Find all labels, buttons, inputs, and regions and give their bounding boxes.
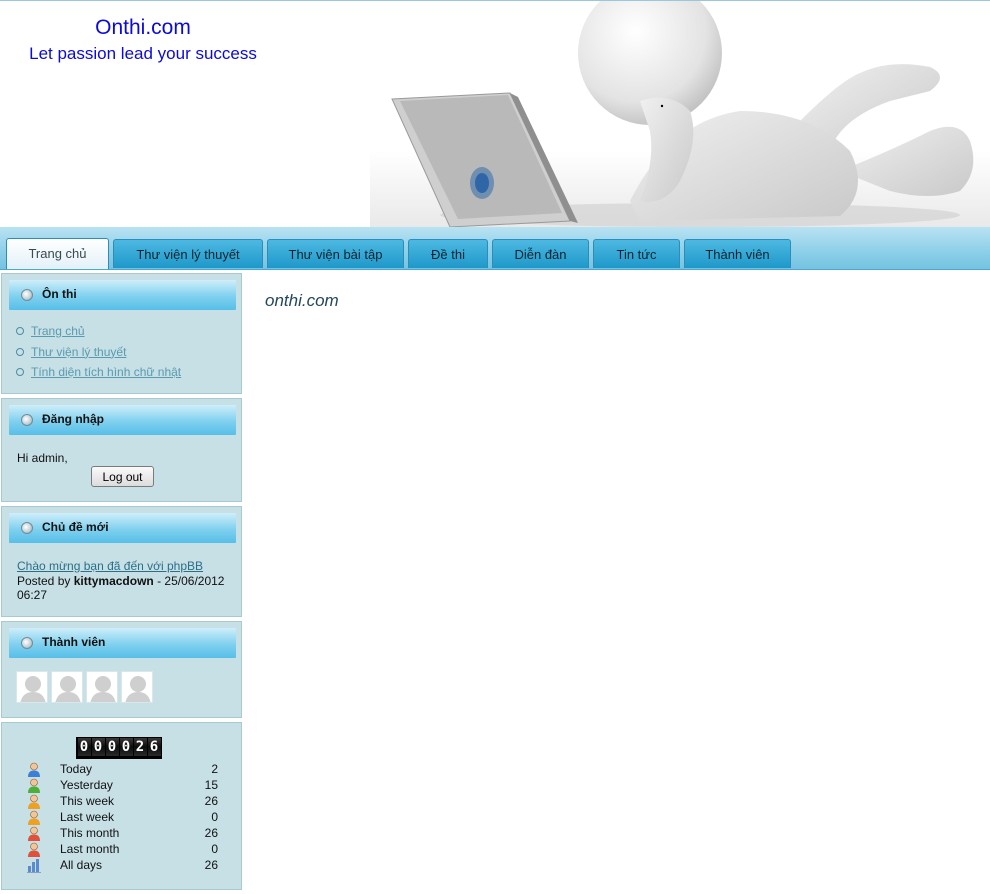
site-slogan: Let passion lead your success — [29, 44, 257, 63]
stat-value: 26 — [204, 826, 218, 840]
avatar[interactable] — [86, 671, 118, 703]
stat-row-last-month: Last month 0 — [26, 841, 226, 857]
stat-row-this-month: This month 26 — [26, 825, 226, 841]
panel-title: Chủ đề mới — [42, 520, 109, 534]
stat-row-last-week: Last week 0 — [26, 809, 226, 825]
user-silhouette-icon — [90, 676, 116, 702]
panel-login: Đăng nhập Hi admin, Log out — [1, 398, 242, 502]
user-red-icon — [28, 842, 40, 857]
stat-value: 0 — [211, 842, 218, 856]
stat-value: 15 — [204, 778, 218, 792]
stat-label: Last month — [60, 842, 120, 856]
circle-bullet-icon — [16, 347, 24, 356]
user-blue-icon — [28, 762, 40, 777]
stat-row-all-days: All days 26 — [26, 857, 226, 873]
stat-row-today: Today 2 — [26, 761, 226, 777]
stat-label: Last week — [60, 810, 115, 824]
circle-bullet-icon — [21, 414, 33, 426]
stat-label: Today — [60, 762, 93, 776]
user-orange-icon — [28, 810, 40, 825]
counter-digit: 2 — [133, 738, 147, 756]
tab-tin-tuc[interactable]: Tin tức — [593, 239, 680, 268]
tab-thu-vien-ly-thuyet[interactable]: Thư viện lý thuyết — [113, 239, 263, 268]
counter-digit: 0 — [105, 738, 119, 756]
link-tinh-dien-tich[interactable]: Tính diện tích hình chữ nhật — [31, 365, 181, 379]
stat-value: 0 — [211, 810, 218, 824]
counter-digit: 0 — [77, 738, 91, 756]
tab-de-thi[interactable]: Đề thi — [408, 239, 488, 268]
stat-value: 26 — [204, 858, 218, 872]
site-header: Onthi.com Let passion lead your success — [0, 1, 990, 227]
stat-row-this-week: This week 26 — [26, 793, 226, 809]
counter-digit: 0 — [91, 738, 105, 756]
tab-thu-vien-bai-tap[interactable]: Thư viện bài tập — [267, 239, 404, 268]
posted-by-label: Posted by — [17, 574, 71, 588]
bar-chart-icon — [27, 859, 41, 873]
panel-header: Thành viên — [9, 628, 236, 658]
circle-bullet-icon — [21, 637, 33, 649]
list-item: Trang chủ — [16, 324, 181, 345]
topic-link[interactable]: Chào mừng bạn đã đến với phpBB — [17, 559, 203, 573]
header-banner-image — [370, 1, 990, 227]
on-thi-menu: Trang chủ Thư viện lý thuyết Tính diện t… — [16, 324, 181, 386]
avatar[interactable] — [121, 671, 153, 703]
panel-header: Ôn thi — [9, 280, 236, 310]
user-green-icon — [28, 778, 40, 793]
user-silhouette-icon — [20, 676, 46, 702]
panel-title: Đăng nhập — [42, 412, 104, 426]
stat-label: This week — [60, 794, 115, 808]
stat-value: 2 — [211, 762, 218, 776]
greeting-text: Hi admin, — [17, 451, 68, 465]
circle-bullet-icon — [21, 289, 33, 301]
tab-dien-dan[interactable]: Diễn đàn — [492, 239, 589, 268]
user-red-icon — [28, 826, 40, 841]
stat-row-yesterday: Yesterday 15 — [26, 777, 226, 793]
panel-header: Đăng nhập — [9, 405, 236, 435]
panel-title: Thành viên — [42, 635, 106, 649]
avatar[interactable] — [16, 671, 48, 703]
topic-meta: Posted by kittymacdown - 25/06/2012 06:2… — [17, 574, 232, 602]
panel-title: Ôn thi — [42, 287, 77, 301]
stat-label: All days — [60, 858, 103, 872]
avatar[interactable] — [51, 671, 83, 703]
user-orange-icon — [28, 794, 40, 809]
logout-button[interactable]: Log out — [91, 466, 154, 487]
link-trang-chu[interactable]: Trang chủ — [31, 324, 85, 338]
link-thu-vien-ly-thuyet[interactable]: Thư viện lý thuyết — [31, 345, 126, 359]
list-item: Tính diện tích hình chữ nhật — [16, 365, 181, 386]
circle-bullet-icon — [21, 522, 33, 534]
stat-label: Yesterday — [60, 778, 113, 792]
visitor-stats: Today 2 Yesterday 15 This week 26 Last w… — [26, 761, 226, 873]
list-item: Thư viện lý thuyết — [16, 345, 181, 366]
panel-visitor-counter: 0 0 0 0 2 6 Today 2 Yesterday 15 This we… — [1, 722, 242, 890]
counter-digit: 6 — [147, 738, 161, 756]
stat-value: 26 — [204, 794, 218, 808]
site-title[interactable]: Onthi.com — [0, 16, 286, 40]
user-silhouette-icon — [55, 676, 81, 702]
panel-members: Thành viên — [1, 621, 242, 718]
panel-header: Chủ đề mới — [9, 513, 236, 543]
visitor-counter-digits: 0 0 0 0 2 6 — [76, 737, 162, 759]
counter-digit: 0 — [119, 738, 133, 756]
panel-new-topics: Chủ đề mới Chào mừng bạn đã đến với phpB… — [1, 506, 242, 617]
main-navigation: Trang chủ Thư viện lý thuyết Thư viện bà… — [0, 227, 990, 270]
circle-bullet-icon — [16, 327, 24, 335]
circle-bullet-icon — [16, 368, 24, 376]
topic-author[interactable]: kittymacdown — [74, 574, 154, 588]
page-title: onthi.com — [265, 291, 339, 310]
tab-trang-chu[interactable]: Trang chủ — [6, 238, 109, 269]
tab-thanh-vien[interactable]: Thành viên — [684, 239, 791, 268]
user-silhouette-icon — [125, 676, 151, 702]
stat-label: This month — [60, 826, 120, 840]
panel-on-thi: Ôn thi Trang chủ Thư viện lý thuyết Tính… — [1, 273, 242, 394]
